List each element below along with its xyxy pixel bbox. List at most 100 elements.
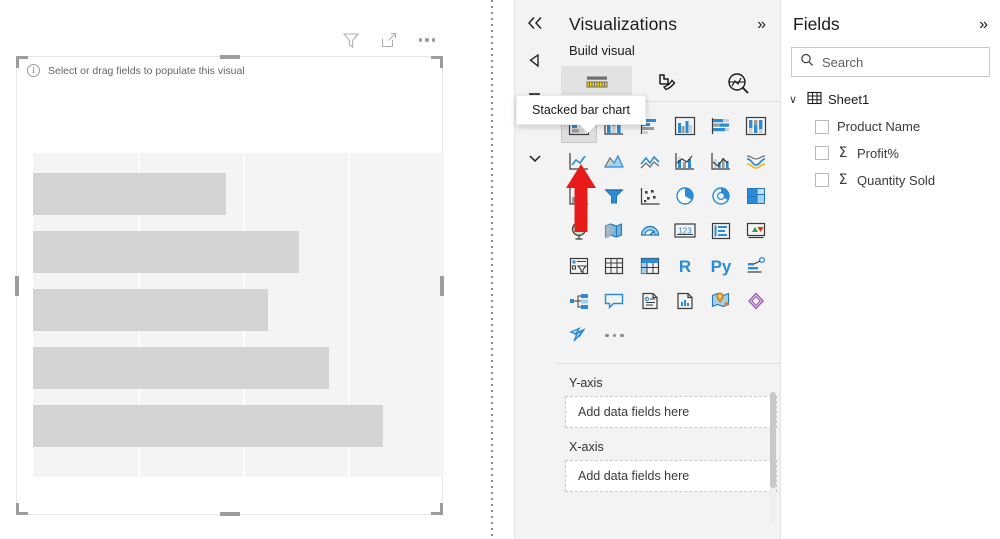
line-and-stacked-column-chart-icon[interactable]	[668, 143, 704, 178]
x-axis-well[interactable]: Add data fields here	[565, 460, 777, 492]
resize-handle-bottom-left[interactable]	[16, 503, 28, 515]
more-options-icon[interactable]	[416, 29, 438, 51]
smart-narrative-icon[interactable]	[632, 283, 668, 318]
visualizations-body: Visualizations » Build visual	[555, 0, 780, 539]
info-icon: i	[27, 64, 40, 77]
treemap-icon[interactable]	[739, 178, 775, 213]
gauge-icon[interactable]	[632, 213, 668, 248]
table-row	[33, 347, 329, 389]
visual-container[interactable]: i Select or drag fields to populate this…	[16, 56, 443, 515]
list-item[interactable]: Σ Quantity Sold	[789, 172, 990, 188]
page-title: Visualizations	[569, 14, 677, 35]
table-row	[33, 231, 299, 273]
placeholder-bar-chart	[33, 153, 444, 477]
filters-pane-icon[interactable]	[523, 50, 547, 72]
scatter-chart-icon[interactable]	[632, 178, 668, 213]
pane-rail	[515, 0, 555, 539]
multi-row-card-icon[interactable]	[703, 213, 739, 248]
chart-bars	[33, 153, 444, 477]
python-visual-icon[interactable]: Py	[703, 248, 739, 283]
annotation-red-arrow	[563, 162, 599, 239]
table-row	[33, 173, 226, 215]
expand-fields-chevron-icon[interactable]: »	[979, 17, 988, 33]
stacked-area-chart-icon[interactable]	[632, 143, 668, 178]
resize-handle-top-left[interactable]	[16, 56, 28, 68]
paginated-report-icon[interactable]	[668, 283, 704, 318]
table-row	[33, 289, 268, 331]
field-label: Profit%	[857, 146, 899, 161]
fields-pane: Fields » ∨	[780, 0, 1000, 539]
hundred-percent-stacked-column-chart-icon[interactable]	[739, 108, 775, 143]
collapse-chevrons-icon[interactable]	[523, 12, 547, 34]
fields-search-wrap	[781, 35, 1000, 77]
search-box[interactable]	[791, 47, 990, 77]
resize-handle-right[interactable]	[440, 276, 444, 296]
empty-visual-message: i Select or drag fields to populate this…	[27, 64, 245, 77]
x-axis-label: X-axis	[569, 440, 766, 454]
analytics-tab[interactable]	[703, 66, 774, 100]
visualizations-scrollbar[interactable]	[770, 392, 776, 524]
report-canvas[interactable]: i Select or drag fields to populate this…	[0, 0, 492, 539]
pie-chart-icon[interactable]	[668, 178, 704, 213]
filled-map-icon[interactable]	[597, 213, 633, 248]
fields-pane-icon[interactable]	[523, 148, 547, 170]
sigma-aggregate-icon: Σ	[837, 145, 849, 161]
fields-title: Fields	[793, 14, 840, 35]
field-label: Quantity Sold	[857, 173, 935, 188]
azure-map-icon[interactable]	[703, 283, 739, 318]
resize-handle-left[interactable]	[15, 276, 19, 296]
tooltip-stacked-bar-chart: Stacked bar chart	[516, 95, 646, 125]
build-visual-label: Build visual	[555, 35, 780, 58]
svg-text:Py: Py	[710, 257, 731, 276]
fields-header: Fields »	[781, 0, 1000, 35]
expand-pane-chevron-icon[interactable]: »	[757, 17, 766, 33]
list-item[interactable]: Product Name	[789, 119, 990, 134]
resize-handle-top-right[interactable]	[431, 56, 443, 68]
slicer-icon[interactable]	[561, 248, 597, 283]
visual-header-toolbar	[340, 29, 438, 51]
field-label: Product Name	[837, 119, 920, 134]
key-influencers-icon[interactable]	[739, 248, 775, 283]
power-apps-icon[interactable]	[739, 283, 775, 318]
table-icon[interactable]	[597, 248, 633, 283]
decomposition-tree-icon[interactable]	[561, 283, 597, 318]
ribbon-chart-icon[interactable]	[739, 143, 775, 178]
matrix-icon[interactable]	[632, 248, 668, 283]
focus-mode-icon[interactable]	[378, 29, 400, 51]
hundred-percent-stacked-bar-chart-icon[interactable]	[703, 108, 739, 143]
visualizations-header: Visualizations »	[555, 0, 780, 35]
card-icon[interactable]: 123	[668, 213, 704, 248]
table-name: Sheet1	[828, 92, 869, 107]
funnel-chart-icon[interactable]	[597, 178, 633, 213]
field-checkbox[interactable]	[815, 120, 829, 134]
table-icon	[807, 91, 822, 108]
field-checkbox[interactable]	[815, 146, 829, 160]
visualizations-pane: Visualizations » Build visual	[514, 0, 780, 539]
chevron-down-icon[interactable]: ∨	[789, 93, 801, 106]
line-and-clustered-column-chart-icon[interactable]	[703, 143, 739, 178]
filter-icon[interactable]	[340, 29, 362, 51]
y-axis-label: Y-axis	[569, 376, 766, 390]
svg-text:R: R	[679, 257, 691, 276]
donut-chart-icon[interactable]	[703, 178, 739, 213]
fields-tree: ∨ Sheet1 Product Name Σ Profit%	[781, 77, 1000, 188]
clustered-column-chart-icon[interactable]	[668, 108, 704, 143]
resize-handle-top[interactable]	[220, 55, 240, 59]
more-visuals-icon[interactable]	[597, 318, 633, 353]
field-checkbox[interactable]	[815, 173, 829, 187]
field-wells: Y-axis Add data fields here X-axis Add d…	[555, 364, 780, 492]
qna-icon[interactable]	[597, 283, 633, 318]
power-automate-icon[interactable]	[561, 318, 597, 353]
y-axis-well[interactable]: Add data fields here	[565, 396, 777, 428]
area-chart-icon[interactable]	[597, 143, 633, 178]
empty-visual-text: Select or drag fields to populate this v…	[48, 65, 245, 77]
search-input[interactable]	[822, 55, 981, 70]
resize-handle-bottom-right[interactable]	[431, 503, 443, 515]
r-script-visual-icon[interactable]: R	[668, 248, 704, 283]
table-node-sheet1[interactable]: ∨ Sheet1	[789, 91, 990, 108]
kpi-icon[interactable]	[739, 213, 775, 248]
list-item[interactable]: Σ Profit%	[789, 145, 990, 161]
resize-handle-bottom[interactable]	[220, 512, 240, 516]
canvas-pane-divider	[491, 0, 493, 539]
sigma-aggregate-icon: Σ	[837, 172, 849, 188]
